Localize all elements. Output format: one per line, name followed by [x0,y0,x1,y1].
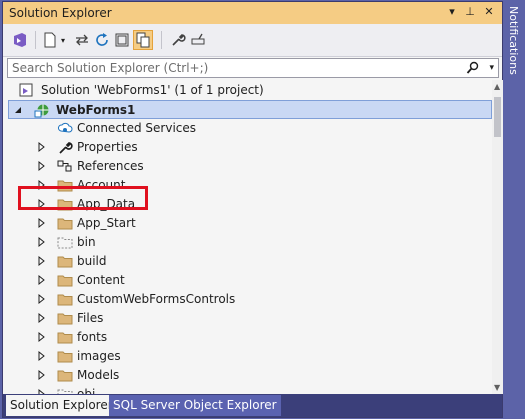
sync-icon[interactable] [73,31,91,49]
tree-item-label: build [77,254,107,268]
tree-item-label: Files [77,311,104,325]
annotation-highlight-box [18,186,148,210]
folder-dashed-icon [57,387,73,394]
tree-item[interactable]: Content [3,271,492,290]
search-options-dropdown-icon[interactable]: ▾ [489,59,494,77]
tree-item-label: Content [77,273,125,287]
tree-item[interactable]: Models [3,366,492,385]
tree-item[interactable]: App_Start [3,214,492,233]
expand-arrow-icon[interactable] [35,293,47,305]
tree-item[interactable]: fonts [3,328,492,347]
tree-item[interactable]: images [3,347,492,366]
tree-item-label: CustomWebFormsControls [77,292,236,306]
tree-item-label: Models [77,368,120,382]
tree-item[interactable]: build [3,252,492,271]
window-position-dropdown-icon[interactable]: ▾ [444,4,460,20]
new-file-icon[interactable] [41,31,59,49]
solution-tree: Solution 'WebForms1' (1 of 1 project) We… [3,80,492,394]
web-project-icon [34,103,50,118]
folder-icon [57,368,73,383]
folder-icon [57,292,73,307]
expand-arrow-icon[interactable] [35,141,47,153]
search-input[interactable] [8,59,476,77]
folder-icon [57,216,73,231]
properties-wrench-icon[interactable] [169,31,187,49]
vs-switch-views-icon[interactable] [11,31,29,49]
expand-arrow-icon[interactable] [35,236,47,248]
search-box: ▾ [7,58,499,78]
expand-arrow-icon[interactable] [35,350,47,362]
tree-item-label: Connected Services [77,121,197,135]
tree-item-label: fonts [77,330,108,344]
expand-arrow-icon[interactable] [35,331,47,343]
expand-arrow-icon[interactable] [35,369,47,381]
wrench-icon [57,140,73,155]
collapse-arrow-icon[interactable] [12,104,24,116]
references-icon [57,159,73,174]
notifications-label: Notifications [507,6,520,75]
toolbar: ▾ [3,24,502,57]
tree-row-project[interactable]: WebForms1 [8,100,492,119]
title-bar: Solution Explorer ▾ ⊥ ✕ [3,2,502,24]
notifications-side-tab[interactable]: Notifications [507,6,523,86]
project-label: WebForms1 [56,103,136,117]
tab-sql-server-object-explorer[interactable]: SQL Server Object Explorer [109,395,281,416]
scroll-up-arrow-icon[interactable]: ▲ [494,82,500,91]
scrollbar-thumb[interactable] [494,97,501,137]
tree-item[interactable]: CustomWebFormsControls [3,290,492,309]
refresh-icon[interactable] [93,31,111,49]
folder-icon [57,311,73,326]
solution-icon [19,83,35,98]
folder-icon [57,254,73,269]
scroll-down-arrow-icon[interactable]: ▼ [494,383,500,392]
solution-label: Solution 'WebForms1' (1 of 1 project) [41,83,264,97]
vertical-scrollbar[interactable]: ▲ ▼ [492,80,503,394]
tree-item-label: bin [77,235,96,249]
expand-arrow-icon[interactable] [35,217,47,229]
preview-icon[interactable] [189,31,207,49]
expand-arrow-icon[interactable] [35,255,47,267]
tree-item-label: App_Start [77,216,136,230]
tree-item[interactable]: Properties [3,138,492,157]
tree-item-label: References [77,159,144,173]
expand-arrow-icon[interactable] [35,274,47,286]
new-file-dropdown-icon[interactable]: ▾ [58,31,68,49]
collapse-all-icon[interactable] [113,31,131,49]
pin-icon[interactable]: ⊥ [462,4,478,20]
tree-item[interactable]: obj [3,385,492,394]
folder-dashed-icon [57,235,73,250]
tree-item-label: obj [77,387,96,394]
tree-item-label: Properties [77,140,138,154]
tree-item-label: images [77,349,121,363]
folder-icon [57,349,73,364]
folder-icon [57,330,73,345]
bottom-tab-strip: Solution Explorer SQL Server Object Expl… [3,394,502,417]
folder-icon [57,273,73,288]
tree-row-solution[interactable]: Solution 'WebForms1' (1 of 1 project) [3,81,492,100]
tree-item[interactable]: Connected Services [3,119,492,138]
search-icon[interactable] [466,61,480,78]
expand-arrow-icon[interactable] [35,160,47,172]
tree-item[interactable]: Files [3,309,492,328]
tree-item[interactable]: References [3,157,492,176]
close-icon[interactable]: ✕ [481,4,497,20]
show-all-files-icon[interactable] [133,30,153,50]
panel-title: Solution Explorer [9,6,112,20]
expand-arrow-icon[interactable] [35,312,47,324]
tree-item[interactable]: bin [3,233,492,252]
connected-services-icon [57,121,73,136]
tab-solution-explorer[interactable]: Solution Explorer [6,395,117,416]
